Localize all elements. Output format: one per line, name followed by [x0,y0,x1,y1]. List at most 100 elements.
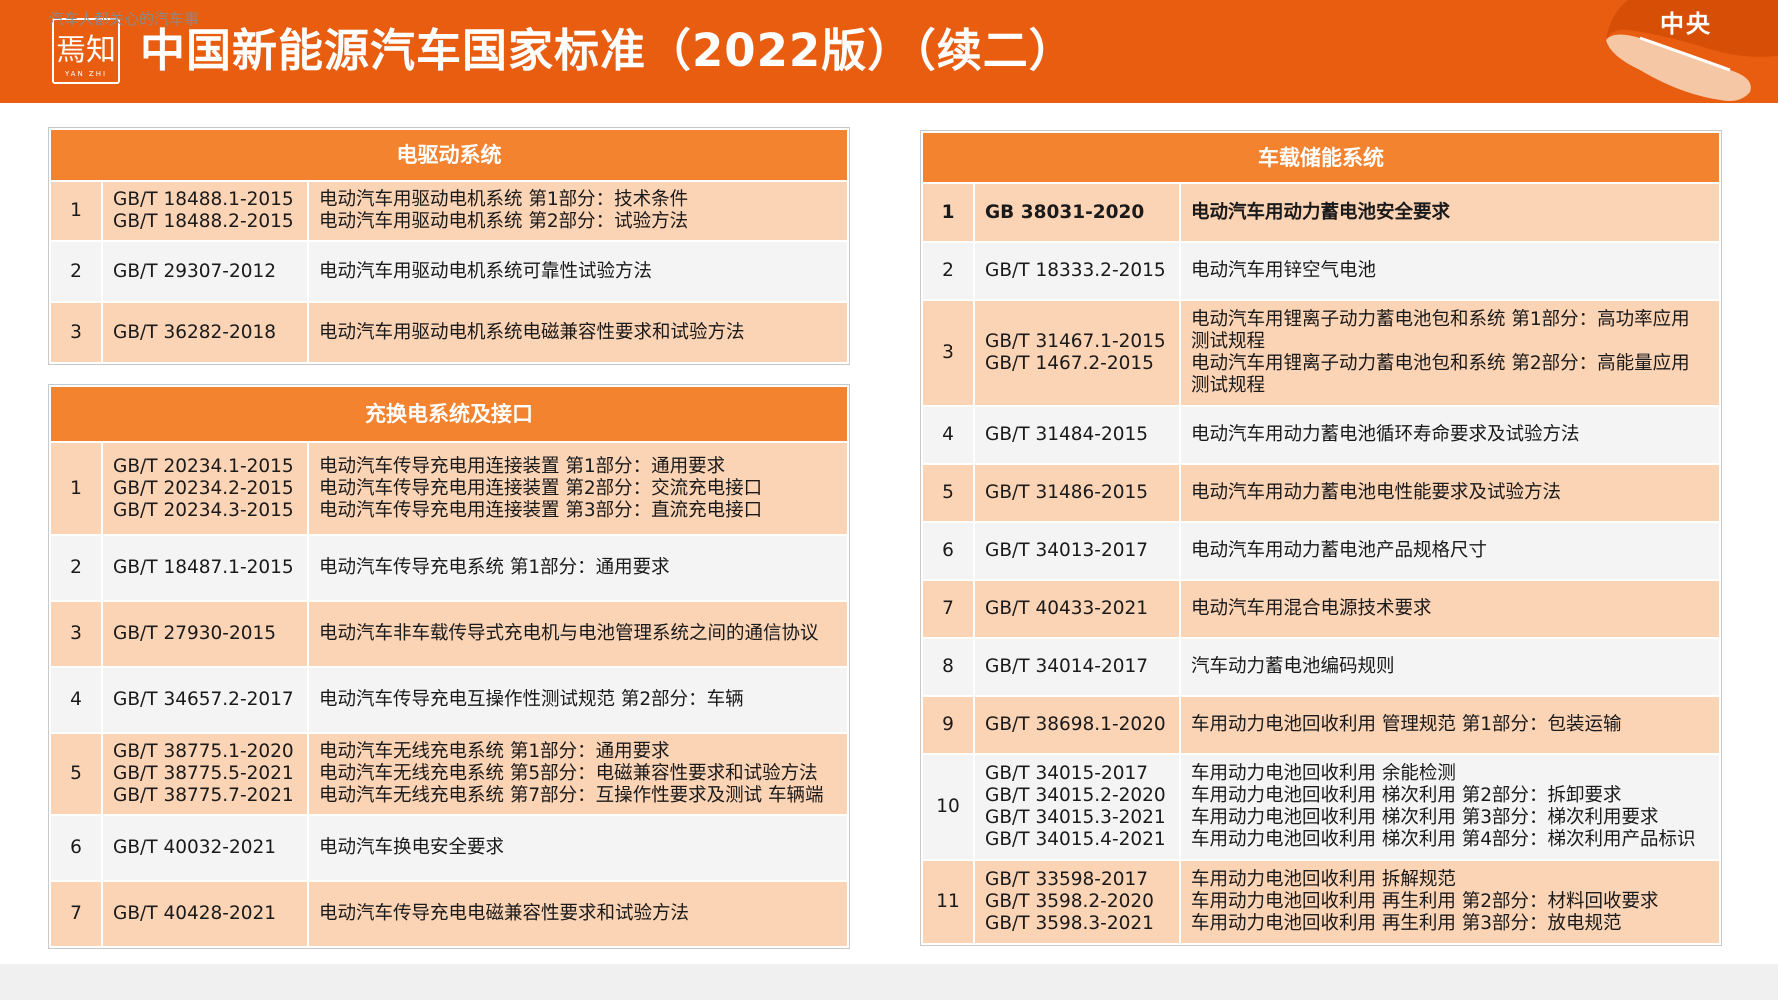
standard-name-cell: 电动汽车无线充电系统 第1部分：通用要求 电动汽车无线充电系统 第5部分：电磁兼容… [307,732,849,816]
table-row: 8 GB/T 34014-2017 汽车动力蓄电池编码规则 [921,637,1721,697]
standard-code-cell: GB/T 20234.1-2015 GB/T 20234.2-2015 GB/T 2… [101,441,309,536]
row-number: 4 [49,666,103,734]
standard-code: GB/T 34015.3-2021 [985,807,1166,828]
standard-code: GB/T 33598-2017 [985,869,1149,890]
standard-name: 电动汽车用驱动电机系统可靠性试验方法 [319,260,653,282]
table-row: 1 GB/T 20234.1-2015 GB/T 20234.2-2015 GB/T … [49,441,849,536]
row-number: 6 [49,814,103,882]
standard-code-cell: GB/T 34014-2017 [973,637,1181,697]
standard-code-cell: GB/T 40428-2021 [101,880,309,948]
table-row: 4 GB/T 34657.2-2017 电动汽车传导充电互操作性测试规范 第2部分：… [49,666,849,734]
standard-code-cell: GB/T 34013-2017 [973,521,1181,581]
standard-code-cell: GB/T 31484-2015 [973,405,1181,465]
table-row: 7 GB/T 40428-2021 电动汽车传导充电电磁兼容性要求和试验方法 [49,880,849,948]
row-number: 8 [921,637,975,697]
standard-code: GB/T 31486-2015 [985,482,1149,503]
row-number: 10 [921,753,975,861]
standard-name-cell: 电动汽车传导充电电磁兼容性要求和试验方法 [307,880,849,948]
standard-code: GB/T 27930-2015 [113,623,277,644]
standard-code-cell: GB/T 36282-2018 [101,301,309,364]
row-number: 5 [921,463,975,523]
standard-name: 车用动力电池回收利用 余能检测 [1191,763,1456,784]
standard-name: 电动汽车用锂离子动力蓄电池包和系统 第1部分：高功率应用 [1191,309,1690,330]
table-row: 3 GB/T 27930-2015 电动汽车非车载传导式充电机与电池管理系统之间的通… [49,600,849,668]
row-number: 1 [921,182,975,243]
standard-name-cell: 电动汽车用驱动电机系统电磁兼容性要求和试验方法 [307,301,849,364]
standard-name-cell: 电动汽车用动力蓄电池循环寿命要求及试验方法 [1179,405,1721,465]
row-number: 2 [49,240,103,303]
standard-name: 车用动力电池回收利用 梯次利用 第4部分：梯次利用产品标识 [1191,829,1696,850]
standard-name: 电动汽车传导充电互操作性测试规范 第2部分：车辆 [319,689,744,710]
standard-code: GB/T 29307-2012 [113,260,277,282]
footer-slogan: 汽车人都关心的汽车事 [49,10,200,28]
standard-name: 电动汽车用动力蓄电池循环寿命要求及试验方法 [1191,424,1580,445]
standard-code: GB/T 34014-2017 [985,656,1149,677]
row-number: 6 [921,521,975,581]
standard-name: 电动汽车传导充电用连接装置 第3部分：直流充电接口 [319,499,763,521]
row-number: 11 [921,859,975,945]
standard-code: GB/T 38698.1-2020 [985,714,1166,735]
standard-name-cell: 电动汽车用动力蓄电池产品规格尺寸 [1179,521,1721,581]
standard-name: 电动汽车用锌空气电池 [1191,260,1377,281]
standard-name: 电动汽车用锂离子动力蓄电池包和系统 第2部分：高能量应用 [1191,353,1690,374]
standard-name: 电动汽车传导充电系统 第1部分：通用要求 [319,557,670,578]
table-row: 9 GB/T 38698.1-2020 车用动力电池回收利用 管理规范 第1部分：包… [921,695,1721,755]
standard-code: GB/T 34015-2017 [985,763,1149,784]
standard-name: 电动汽车用动力蓄电池产品规格尺寸 [1191,540,1488,561]
standard-name-cell: 电动汽车用锂离子动力蓄电池包和系统 第1部分：高功率应用 测试规程 电动汽车用锂离子… [1179,299,1721,407]
row-number: 3 [49,600,103,668]
standard-code-cell: GB/T 40032-2021 [101,814,309,882]
standard-code: GB/T 36282-2018 [113,321,277,343]
standard-name-cell: 车用动力电池回收利用 管理规范 第1部分：包装运输 [1179,695,1721,755]
row-number: 5 [49,732,103,816]
table-row: 6 GB/T 34013-2017 电动汽车用动力蓄电池产品规格尺寸 [921,521,1721,581]
standard-name-cell: 车用动力电池回收利用 拆解规范 车用动力电池回收利用 再生利用 第2部分：材料回收… [1179,859,1721,945]
standard-code: GB/T 20234.2-2015 [113,477,294,499]
standard-code-cell: GB/T 33598-2017 GB/T 3598.2-2020 GB/T 3598… [973,859,1181,945]
standard-name-cell: 汽车动力蓄电池编码规则 [1179,637,1721,697]
standard-code-cell: GB/T 31467.1-2015 GB/T 1467.2-2015 [973,299,1181,407]
row-number: 1 [49,441,103,536]
standard-code-cell: GB/T 27930-2015 [101,600,309,668]
footer-bar [0,964,1778,1000]
standard-name: 电动汽车用动力蓄电池安全要求 [1191,201,1451,223]
standard-name: 电动汽车传导充电用连接装置 第1部分：通用要求 [319,455,726,477]
drive-system-heading: 电驱动系统 [49,128,849,182]
standard-name-cell: 电动汽车用动力蓄电池电性能要求及试验方法 [1179,463,1721,523]
standard-code: GB/T 34657.2-2017 [113,689,294,710]
standard-code: GB/T 34015.2-2020 [985,785,1166,806]
standard-name: 电动汽车用驱动电机系统 第2部分：试验方法 [319,211,689,232]
table-row: 3 GB/T 31467.1-2015 GB/T 1467.2-2015 电动汽车用锂… [921,299,1721,407]
standard-name: 电动汽车换电安全要求 [319,837,505,858]
standard-name: 电动汽车无线充电系统 第5部分：电磁兼容性要求和试验方法 [319,763,818,784]
standard-name-cell: 电动汽车传导充电互操作性测试规范 第2部分：车辆 [307,666,849,734]
table-row: 10 GB/T 34015-2017 GB/T 34015.2-2020 GB/T 3… [921,753,1721,861]
row-number: 9 [921,695,975,755]
table-row: 3 GB/T 36282-2018 电动汽车用驱动电机系统电磁兼容性要求和试验方法 [49,301,849,364]
standard-name-cell: 车用动力电池回收利用 余能检测 车用动力电池回收利用 梯次利用 第2部分：拆卸要求… [1179,753,1721,861]
standard-name: 车用动力电池回收利用 梯次利用 第3部分：梯次利用要求 [1191,807,1659,828]
standard-name: 车用动力电池回收利用 管理规范 第1部分：包装运输 [1191,714,1622,735]
row-number: 7 [921,579,975,639]
table-row: 2 GB/T 18333.2-2015 电动汽车用锌空气电池 [921,241,1721,301]
standard-code: GB/T 40032-2021 [113,837,277,858]
standard-code-cell: GB/T 31486-2015 [973,463,1181,523]
standard-code-cell: GB/T 34657.2-2017 [101,666,309,734]
row-number: 2 [921,241,975,301]
standard-code-cell: GB/T 18333.2-2015 [973,241,1181,301]
standard-code: GB/T 38775.5-2021 [113,763,294,784]
standard-name-cell: 电动汽车用驱动电机系统可靠性试验方法 [307,240,849,303]
standard-code: GB/T 31467.1-2015 [985,331,1166,352]
standard-name-cell: 电动汽车传导充电用连接装置 第1部分：通用要求 电动汽车传导充电用连接装置 第2部… [307,441,849,536]
standard-name: 车用动力电池回收利用 再生利用 第3部分：放电规范 [1191,913,1622,934]
drive-system-table: 电驱动系统 1 GB/T 18488.1-2015 GB/T 18488.2-201… [49,128,849,364]
standard-code-cell: GB/T 34015-2017 GB/T 34015.2-2020 GB/T 340… [973,753,1181,861]
standard-name-cell: 电动汽车换电安全要求 [307,814,849,882]
standard-name: 测试规程 [1191,331,1266,352]
standard-code: GB/T 18487.1-2015 [113,557,294,578]
standard-code: GB/T 38775.7-2021 [113,785,294,806]
row-number: 3 [921,299,975,407]
standard-name: 电动汽车用混合电源技术要求 [1191,598,1432,619]
standard-name: 测试规程 [1191,375,1266,396]
standard-code: GB/T 20234.3-2015 [113,499,294,521]
